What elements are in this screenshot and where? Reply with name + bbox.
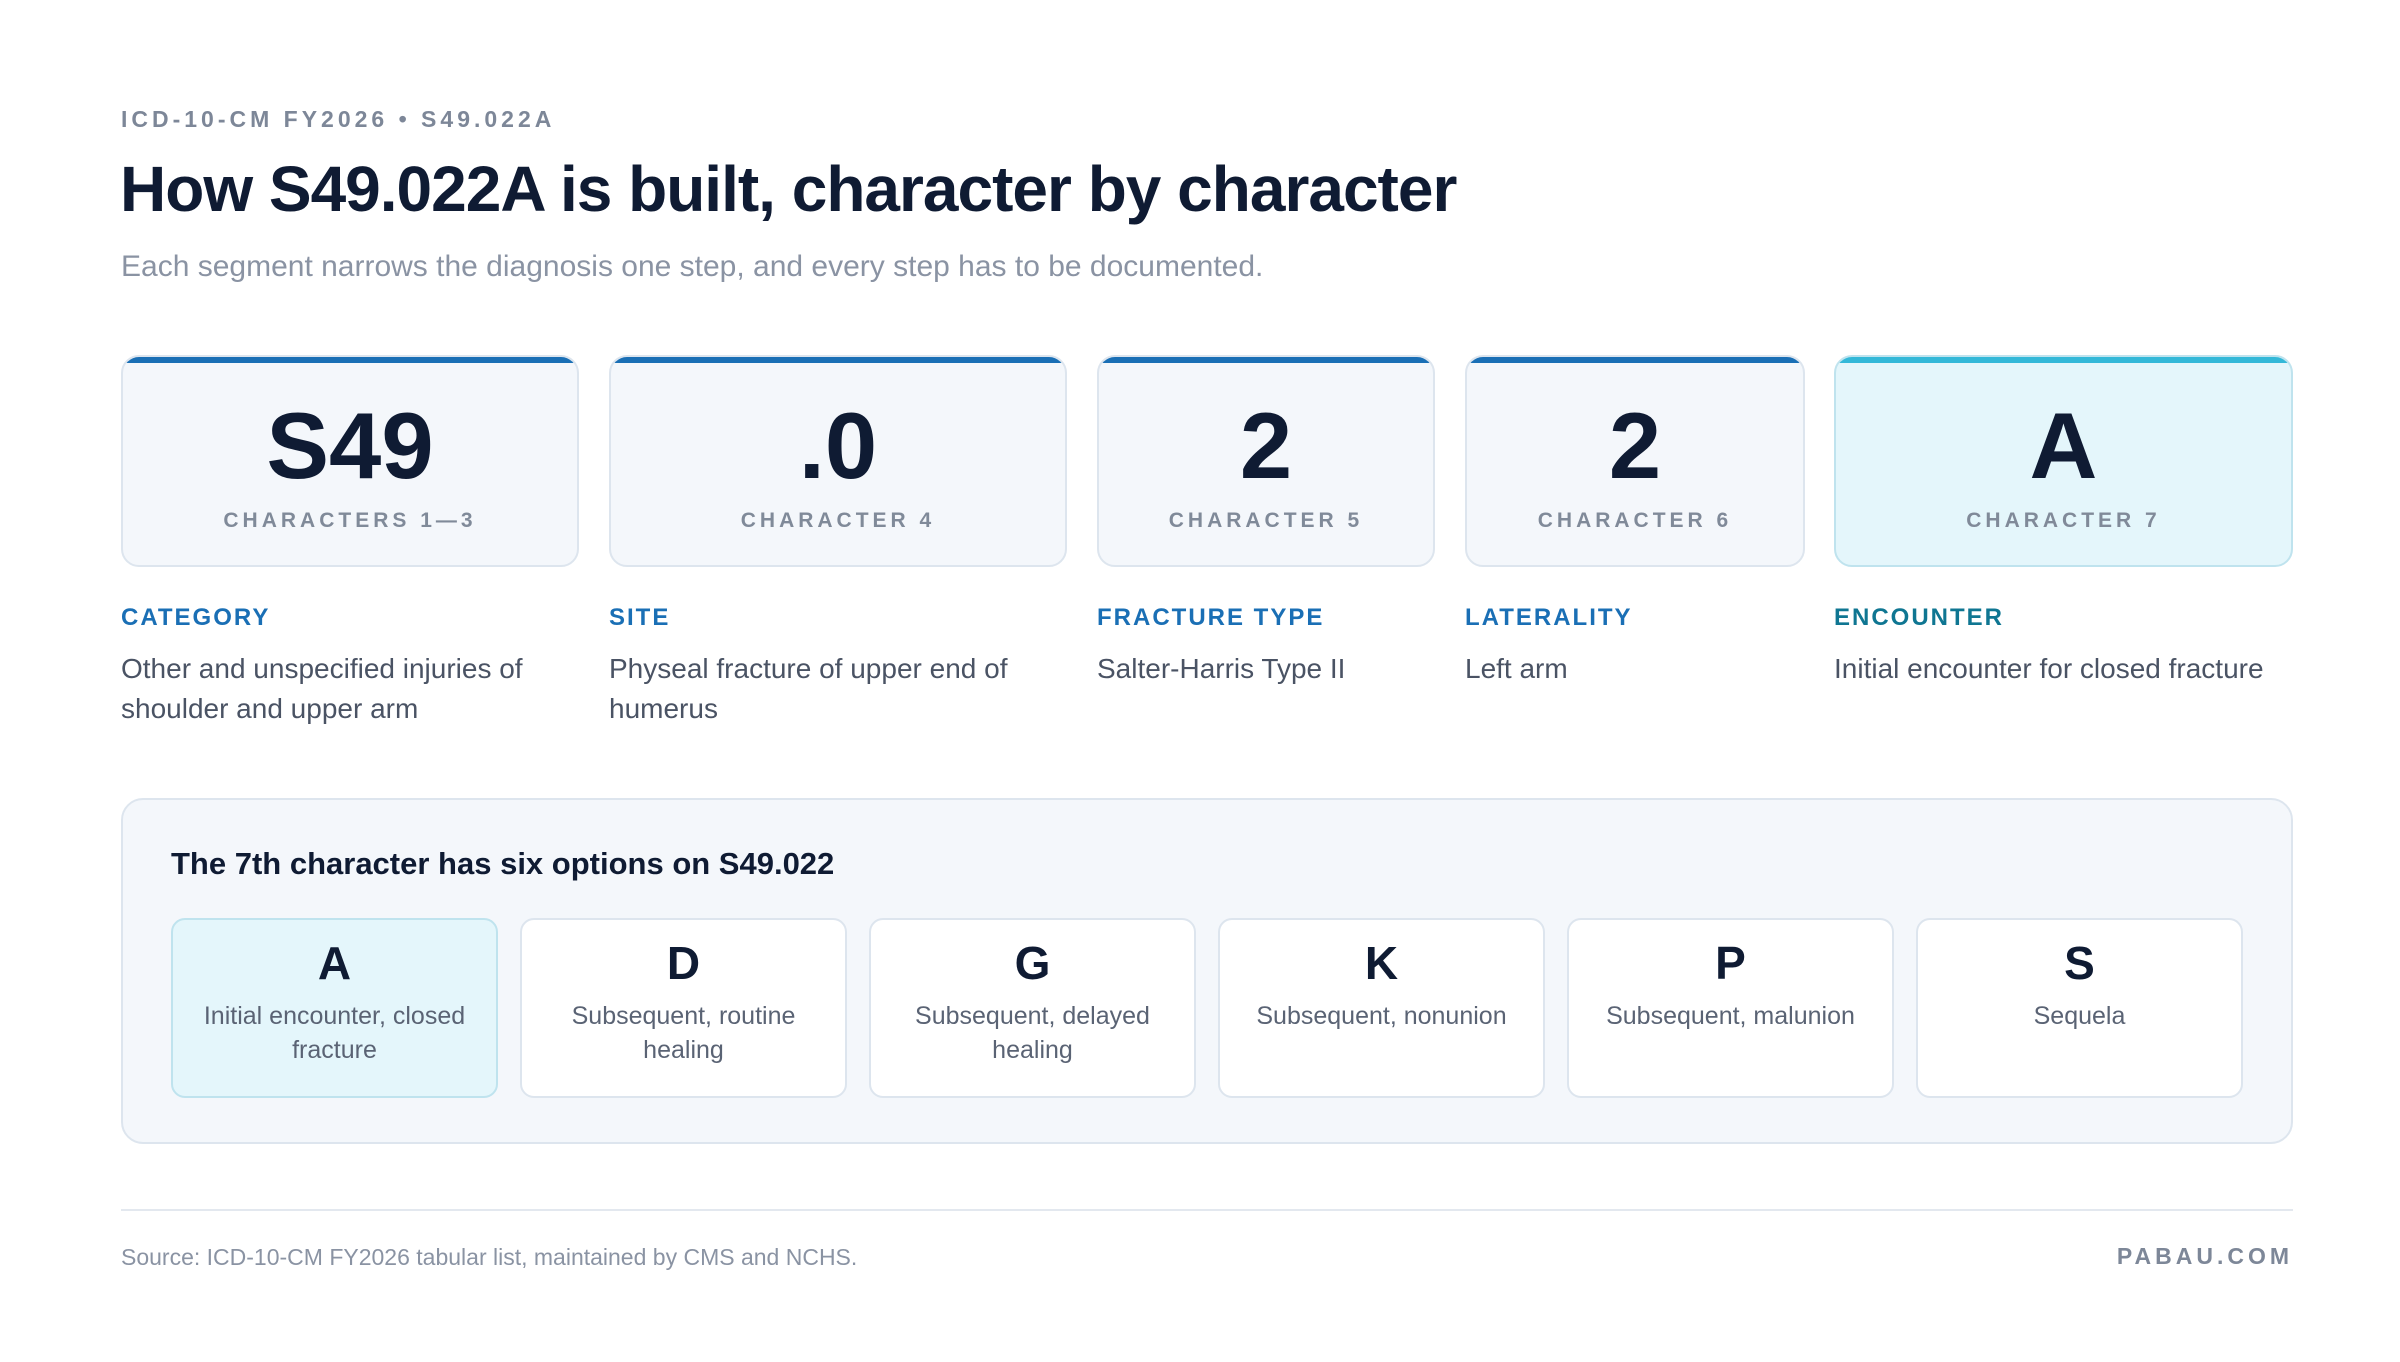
- segment-label: LATERALITY: [1465, 604, 1633, 631]
- segment-card: 2 CHARACTER 5: [1097, 355, 1435, 567]
- segment-code: S49: [266, 393, 434, 498]
- option-card-g[interactable]: G Subsequent, delayed healing: [869, 918, 1196, 1098]
- segment-characters: CHARACTER 7: [1966, 509, 2161, 532]
- option-card-p[interactable]: P Subsequent, malunion: [1567, 918, 1894, 1098]
- source-note: Source: ICD-10-CM FY2026 tabular list, m…: [121, 1244, 858, 1270]
- segment-card-highlighted: A CHARACTER 7: [1834, 355, 2293, 567]
- eyebrow: ICD-10-CM FY2026 • S49.022A: [121, 106, 556, 132]
- option-letter: G: [1014, 937, 1051, 989]
- segment-label: FRACTURE TYPE: [1097, 604, 1325, 631]
- option-letter: P: [1715, 937, 1746, 989]
- segment-characters: CHARACTER 4: [740, 509, 936, 532]
- segment-description: Other and unspecified injuries of should…: [121, 653, 523, 724]
- option-card-s[interactable]: S Sequela: [1916, 918, 2243, 1098]
- segment-fracture-type: 2 CHARACTER 5 FRACTURE TYPE Salter-Harri…: [1097, 355, 1435, 689]
- brand-link[interactable]: PABAU.COM: [2117, 1243, 2293, 1270]
- option-description: Subsequent, nonunion: [1256, 1001, 1507, 1030]
- option-letter: K: [1364, 937, 1399, 989]
- seventh-character-options-panel: The 7th character has six options on S49…: [121, 798, 2293, 1144]
- segment-card: .0 CHARACTER 4: [609, 355, 1067, 567]
- segment-description: Left arm: [1465, 653, 1568, 684]
- option-letter: D: [666, 937, 701, 989]
- segment-label: ENCOUNTER: [1834, 604, 2005, 631]
- code-segments: S49 CHARACTERS 1—3 CATEGORY Other and un…: [121, 355, 2293, 735]
- segment-code: .0: [798, 393, 878, 498]
- options-panel-title: The 7th character has six options on S49…: [171, 846, 835, 881]
- option-card-k[interactable]: K Subsequent, nonunion: [1218, 918, 1545, 1098]
- segment-label: CATEGORY: [121, 604, 271, 631]
- segment-code: 2: [1239, 393, 1293, 498]
- option-description: Subsequent, routine healing: [571, 1001, 796, 1064]
- segment-card: S49 CHARACTERS 1—3: [121, 355, 579, 567]
- footer-divider: [121, 1209, 2293, 1211]
- segment-description: Physeal fracture of upper end of humerus: [609, 653, 1008, 724]
- segment-description: Initial encounter for closed fracture: [1834, 653, 2264, 684]
- segment-laterality: 2 CHARACTER 6 LATERALITY Left arm: [1465, 355, 1805, 689]
- segment-site: .0 CHARACTER 4 SITE Physeal fracture of …: [609, 355, 1067, 729]
- segment-encounter: A CHARACTER 7 ENCOUNTER Initial encounte…: [1834, 355, 2293, 689]
- segment-description: Salter-Harris Type II: [1097, 653, 1346, 684]
- segment-code: 2: [1608, 393, 1662, 498]
- option-description: Initial encounter, closed fracture: [203, 1001, 466, 1064]
- option-card-a[interactable]: A Initial encounter, closed fracture: [171, 918, 498, 1098]
- segment-label: SITE: [609, 604, 671, 631]
- page-title: How S49.022A is built, character by char…: [120, 153, 1457, 225]
- segment-characters: CHARACTER 6: [1537, 509, 1733, 532]
- segment-characters: CHARACTERS 1—3: [223, 509, 477, 532]
- segment-category: S49 CHARACTERS 1—3 CATEGORY Other and un…: [121, 355, 579, 729]
- option-description: Sequela: [2033, 1001, 2126, 1030]
- option-letter: S: [2064, 937, 2095, 989]
- option-card-d[interactable]: D Subsequent, routine healing: [520, 918, 847, 1098]
- option-description: Subsequent, malunion: [1606, 1001, 1855, 1030]
- option-description: Subsequent, delayed healing: [915, 1001, 1150, 1064]
- option-letter: A: [317, 937, 352, 989]
- segment-code: A: [2029, 393, 2098, 498]
- segment-characters: CHARACTER 5: [1168, 509, 1364, 532]
- page-subtitle: Each segment narrows the diagnosis one s…: [121, 250, 1264, 283]
- segment-card: 2 CHARACTER 6: [1465, 355, 1805, 567]
